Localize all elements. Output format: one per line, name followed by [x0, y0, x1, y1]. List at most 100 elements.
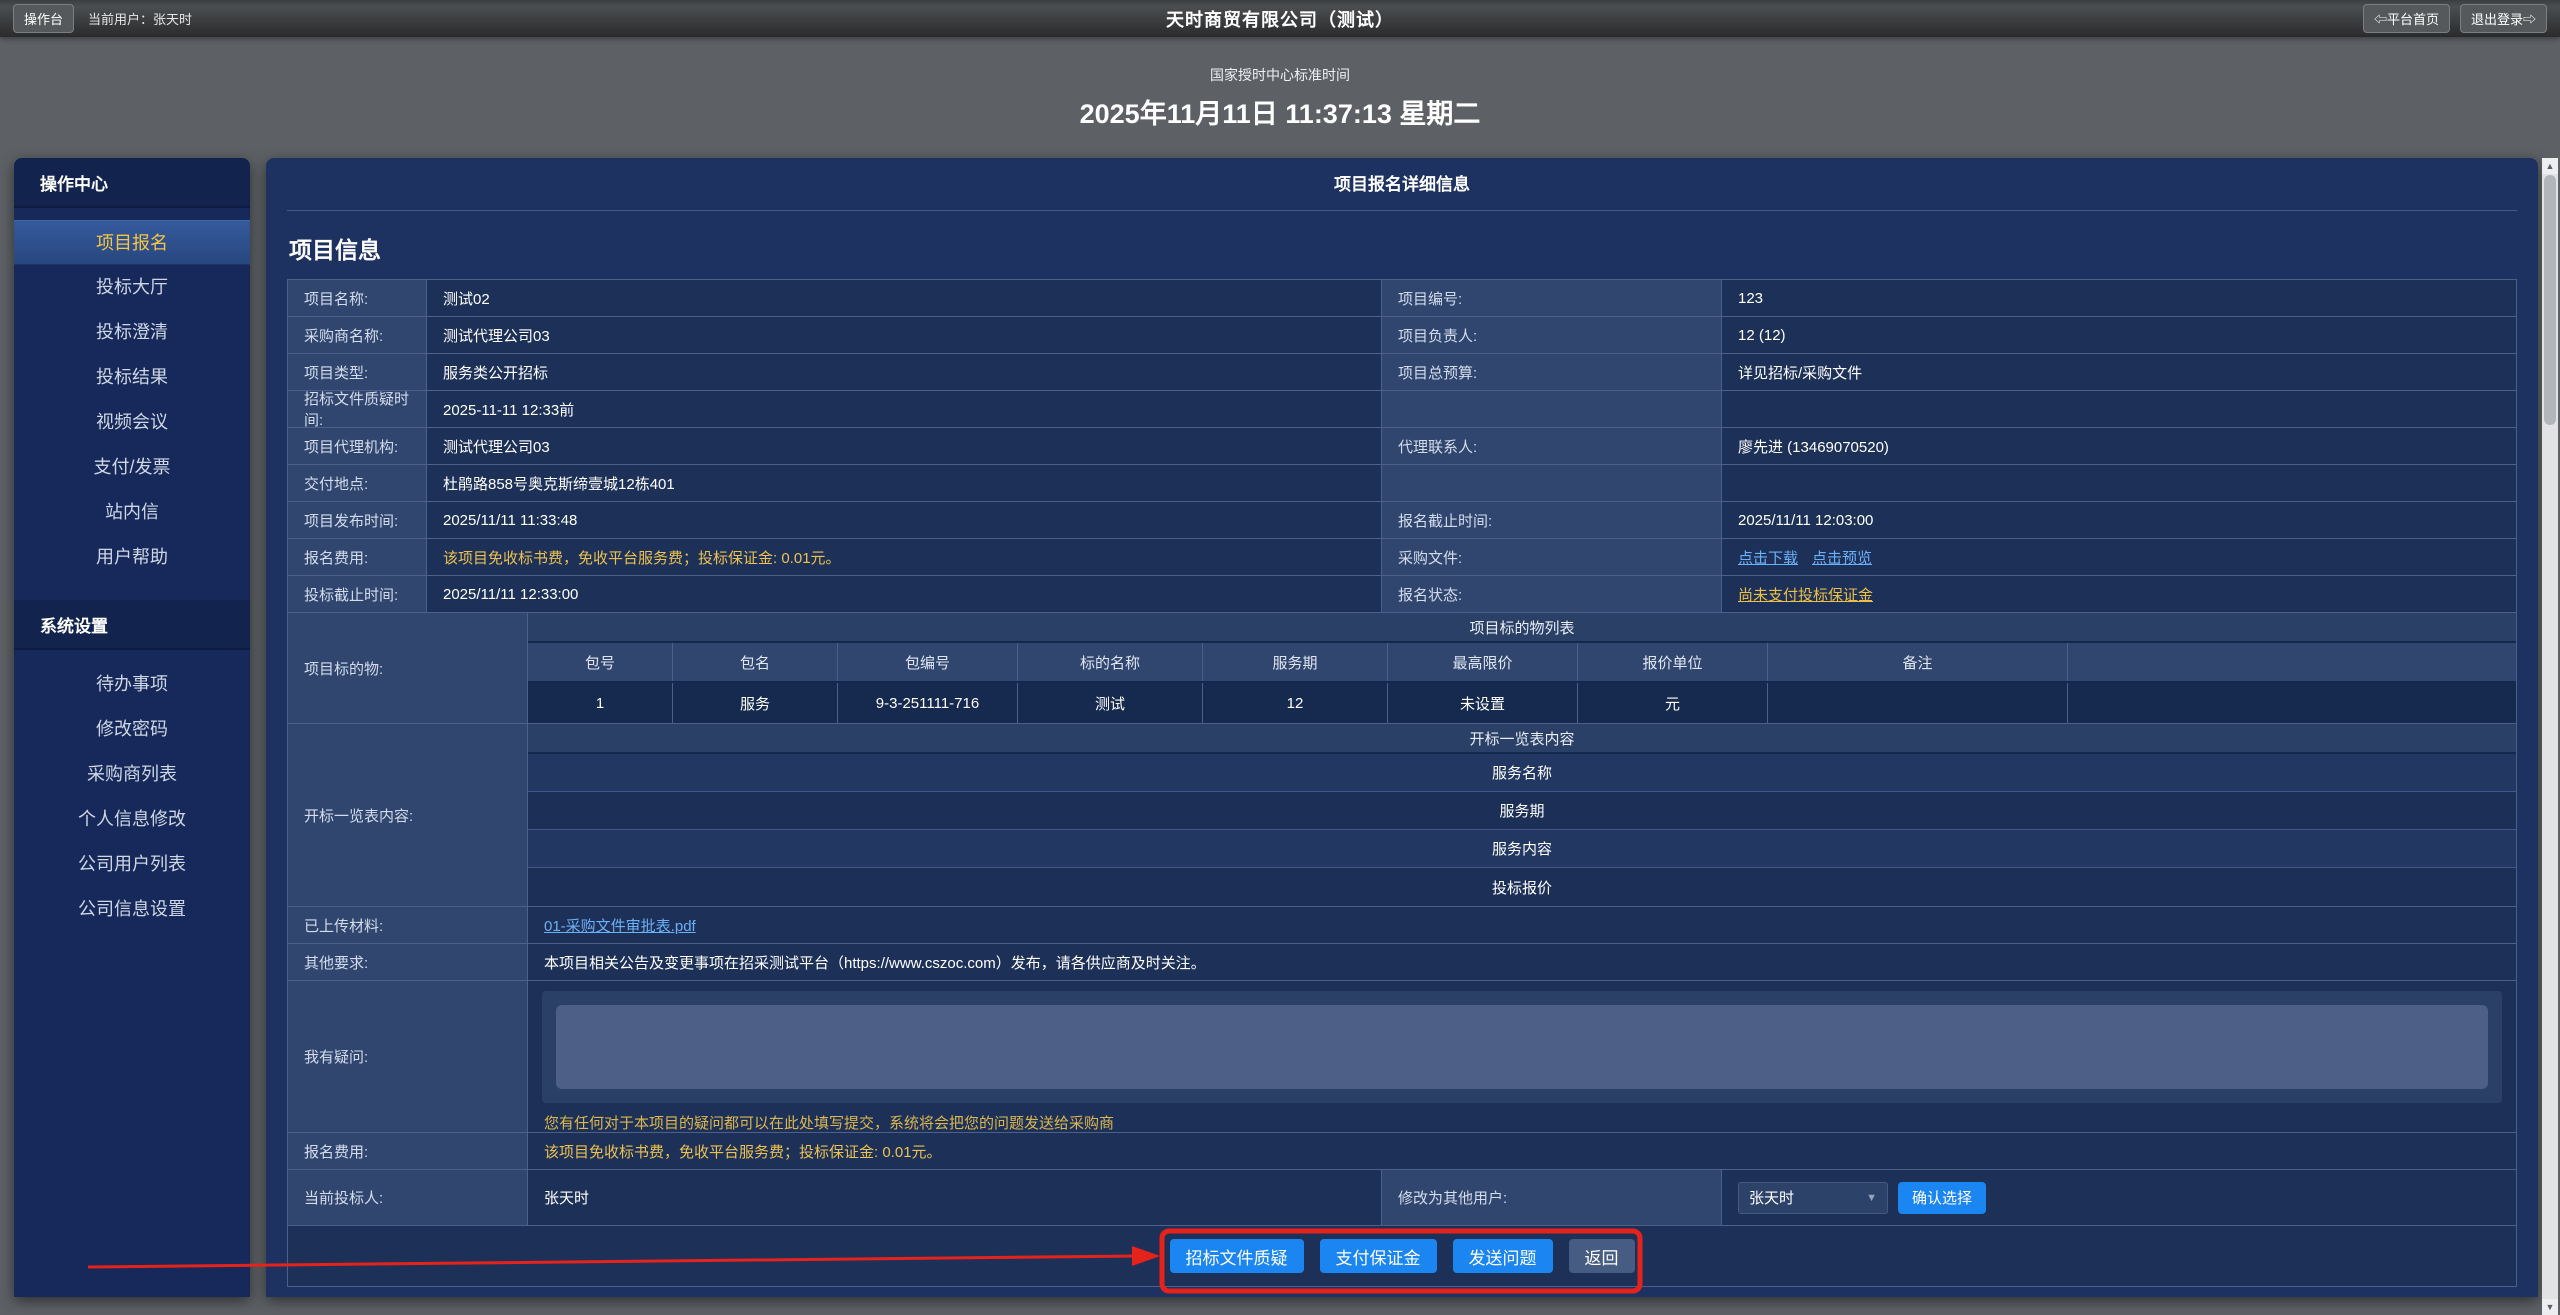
cell-package-name: 服务	[673, 683, 838, 723]
field-value-project-leader: 12 (12)	[1722, 317, 2516, 353]
doc-question-button[interactable]: 招标文件质疑	[1170, 1239, 1304, 1273]
preview-doc-link[interactable]: 点击预览	[1812, 547, 1872, 568]
question-cell: 您有任何对于本项目的疑问都可以在此处填写提交，系统将会把您的问题发送给采购商	[528, 981, 2516, 1132]
opening-list-caption: 开标一览表内容	[528, 724, 2516, 754]
table-row: 报名费用: 该项目免收标书费，免收平台服务费；投标保证金: 0.01元。	[288, 1133, 2516, 1170]
back-button[interactable]: 返回	[1569, 1239, 1635, 1273]
field-label-bid-deadline: 投标截止时间:	[288, 576, 427, 612]
cell-quote-unit: 元	[1578, 683, 1768, 723]
sidebar-item-company-settings[interactable]: 公司信息设置	[14, 887, 250, 932]
empty-value-cell	[1722, 391, 2516, 427]
send-question-button[interactable]: 发送问题	[1453, 1239, 1553, 1273]
field-value-current-bidder: 张天时	[528, 1170, 1382, 1225]
table-row-bid-items: 项目标的物: 项目标的物列表 包号 包名 包编号 标的名称 服务期 最高限价 报…	[288, 613, 2516, 724]
page-title: 项目报名详细信息	[287, 158, 2517, 211]
bid-items-data-row: 1 服务 9-3-251111-716 测试 12 未设置 元	[528, 683, 2516, 723]
pay-deposit-button[interactable]: 支付保证金	[1320, 1239, 1437, 1273]
logout-button[interactable]: 退出登录⇨	[2460, 4, 2547, 33]
col-header-package-code: 包编号	[838, 643, 1018, 681]
empty-label-cell	[1382, 391, 1722, 427]
table-row: 项目类型: 服务类公开招标 项目总预算: 详见招标/采购文件	[288, 354, 2516, 391]
sidebar-item-bid-hall[interactable]: 投标大厅	[14, 265, 250, 310]
sidebar-item-project-signup[interactable]: 项目报名	[14, 220, 250, 265]
table-row-question: 我有疑问: 您有任何对于本项目的疑问都可以在此处填写提交，系统将会把您的问题发送…	[288, 981, 2516, 1133]
table-row-current-bidder: 当前投标人: 张天时 修改为其他用户: 张天时 ▼ 确认选择	[288, 1170, 2516, 1226]
field-label-project-leader: 项目负责人:	[1382, 317, 1722, 353]
platform-home-button[interactable]: ⇦平台首页	[2363, 4, 2450, 33]
user-select-value: 张天时	[1749, 1187, 1794, 1208]
field-label-my-question: 我有疑问:	[288, 981, 528, 1132]
opening-row-bid-price: 投标报价	[528, 868, 2516, 906]
download-doc-link[interactable]: 点击下载	[1738, 547, 1798, 568]
field-value-publish-time: 2025/11/11 11:33:48	[427, 502, 1382, 538]
bid-items-caption: 项目标的物列表	[528, 613, 2516, 643]
scroll-up-icon[interactable]: ▲	[2542, 158, 2558, 174]
sidebar-item-bid-results[interactable]: 投标结果	[14, 355, 250, 400]
sidebar-item-payment-invoice[interactable]: 支付/发票	[14, 445, 250, 490]
field-label-purchase-doc: 采购文件:	[1382, 539, 1722, 575]
opening-row-service-period: 服务期	[528, 792, 2516, 830]
field-label-project-name: 项目名称:	[288, 280, 427, 316]
current-user-label: 当前用户：张天时	[88, 9, 192, 28]
field-label-delivery-place: 交付地点:	[288, 465, 427, 501]
sidebar: 操作中心 项目报名 投标大厅 投标澄清 投标结果 视频会议 支付/发票 站内信 …	[14, 158, 250, 1297]
cell-remark	[1768, 683, 2068, 723]
sidebar-item-purchaser-list[interactable]: 采购商列表	[14, 752, 250, 797]
col-header-package-name: 包名	[673, 643, 838, 681]
sidebar-item-change-password[interactable]: 修改密码	[14, 707, 250, 752]
cell-package-code: 9-3-251111-716	[838, 683, 1018, 723]
field-value-purchaser-name: 测试代理公司03	[427, 317, 1382, 353]
sidebar-section-system-settings: 系统设置	[14, 600, 250, 650]
sidebar-item-bid-clarification[interactable]: 投标澄清	[14, 310, 250, 355]
project-info-table: 项目名称: 测试02 项目编号: 123 采购商名称: 测试代理公司03 项目负…	[287, 279, 2517, 1287]
sidebar-item-profile-edit[interactable]: 个人信息修改	[14, 797, 250, 842]
field-label-current-bidder: 当前投标人:	[288, 1170, 528, 1225]
question-textarea[interactable]	[556, 1005, 2488, 1089]
field-value-delivery-place: 杜鹃路858号奥克斯缔壹城12栋401	[427, 465, 1382, 501]
sidebar-item-todo[interactable]: 待办事项	[14, 662, 250, 707]
sidebar-item-site-mail[interactable]: 站内信	[14, 490, 250, 535]
col-header-quote-unit: 报价单位	[1578, 643, 1768, 681]
field-label-agency: 项目代理机构:	[288, 428, 427, 464]
col-header-filler	[2068, 643, 2516, 681]
field-label-signup-fee-2: 报名费用:	[288, 1133, 528, 1169]
field-value-project-no: 123	[1722, 280, 2516, 316]
table-row: 项目代理机构: 测试代理公司03 代理联系人: 廖先进 (13469070520…	[288, 428, 2516, 465]
col-header-remark: 备注	[1768, 643, 2068, 681]
chevron-down-icon: ▼	[1866, 1192, 1877, 1204]
field-label-project-budget: 项目总预算:	[1382, 354, 1722, 390]
user-select[interactable]: 张天时 ▼	[1738, 1182, 1888, 1214]
section-title-project-info: 项目信息	[289, 231, 2517, 265]
signup-status-link[interactable]: 尚未支付投标保证金	[1738, 584, 1873, 605]
table-row: 项目发布时间: 2025/11/11 11:33:48 报名截止时间: 2025…	[288, 502, 2516, 539]
field-value-signup-deadline: 2025/11/11 12:03:00	[1722, 502, 2516, 538]
cell-service-period: 12	[1203, 683, 1388, 723]
uploaded-file-link[interactable]: 01-采购文件审批表.pdf	[544, 915, 696, 936]
clock-datetime: 2025年11月11日 11:37:13 星期二	[1080, 92, 1481, 131]
field-label-publish-time: 项目发布时间:	[288, 502, 427, 538]
field-value-agency-contact: 廖先进 (13469070520)	[1722, 428, 2516, 464]
field-value-project-name: 测试02	[427, 280, 1382, 316]
table-row: 采购商名称: 测试代理公司03 项目负责人: 12 (12)	[288, 317, 2516, 354]
sidebar-item-user-help[interactable]: 用户帮助	[14, 535, 250, 580]
sidebar-section-operations: 操作中心	[14, 158, 250, 208]
field-label-purchaser-name: 采购商名称:	[288, 317, 427, 353]
cell-package-no: 1	[528, 683, 673, 723]
field-value-project-budget: 详见招标/采购文件	[1722, 354, 2516, 390]
opening-row-service-name: 服务名称	[528, 754, 2516, 792]
console-button[interactable]: 操作台	[13, 4, 74, 33]
field-label-bid-items: 项目标的物:	[288, 613, 528, 723]
cell-max-price: 未设置	[1388, 683, 1578, 723]
table-row: 交付地点: 杜鹃路858号奥克斯缔壹城12栋401	[288, 465, 2516, 502]
question-panel	[542, 991, 2502, 1103]
scroll-down-icon[interactable]: ▼	[2542, 1299, 2558, 1315]
sidebar-item-video-meeting[interactable]: 视频会议	[14, 400, 250, 445]
confirm-select-button[interactable]: 确认选择	[1898, 1182, 1986, 1214]
sidebar-item-company-users[interactable]: 公司用户列表	[14, 842, 250, 887]
scrollbar-thumb[interactable]	[2544, 175, 2556, 425]
vertical-scrollbar[interactable]: ▲ ▼	[2542, 158, 2558, 1315]
field-label-opening-list: 开标一览表内容:	[288, 724, 528, 906]
col-header-max-price: 最高限价	[1388, 643, 1578, 681]
table-row-opening-list: 开标一览表内容: 开标一览表内容 服务名称 服务期 服务内容 投标报价	[288, 724, 2516, 907]
cell-subject-name: 测试	[1018, 683, 1203, 723]
